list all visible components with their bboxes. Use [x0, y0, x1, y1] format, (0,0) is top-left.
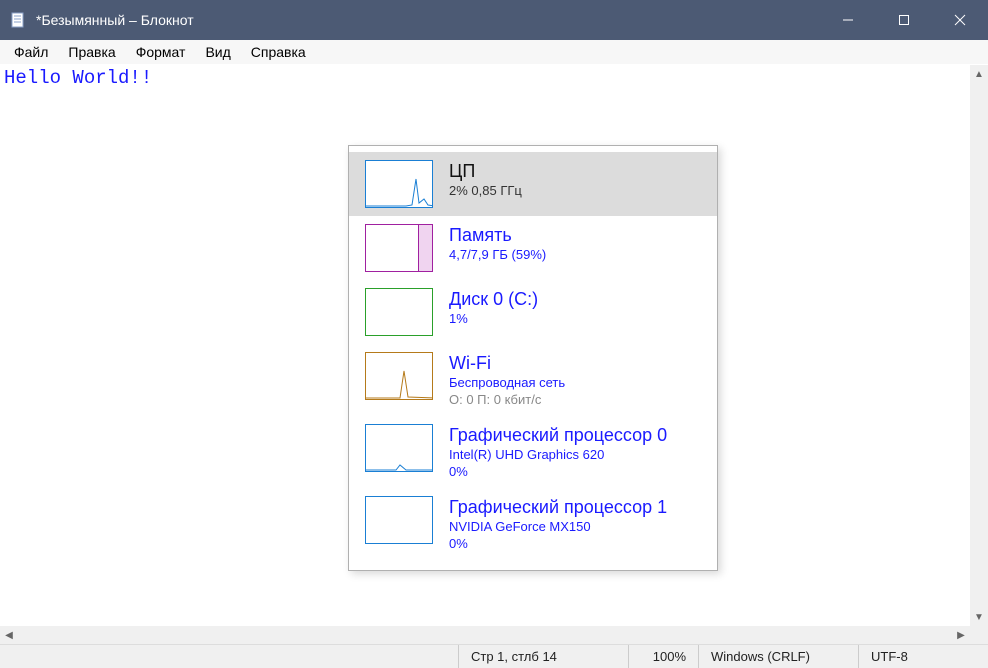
status-line-ending: Windows (CRLF) — [698, 645, 858, 668]
perf-row-wifi[interactable]: Wi-Fi Беспроводная сеть О: 0 П: 0 кбит/с — [349, 344, 717, 416]
scroll-up-icon[interactable]: ▲ — [970, 65, 988, 83]
cpu-title: ЦП — [449, 160, 701, 182]
gpu1-graph-icon — [365, 496, 433, 544]
menubar: Файл Правка Формат Вид Справка — [0, 40, 988, 64]
perf-row-memory[interactable]: Память 4,7/7,9 ГБ (59%) — [349, 216, 717, 280]
scroll-corner — [970, 626, 988, 644]
wifi-sub2: О: 0 П: 0 кбит/с — [449, 391, 701, 408]
disk-title: Диск 0 (C:) — [449, 288, 701, 310]
window-title: *Безымянный – Блокнот — [36, 12, 194, 28]
status-empty — [0, 645, 458, 668]
gpu0-percent: 0% — [449, 463, 701, 480]
wifi-sub: Беспроводная сеть — [449, 374, 701, 391]
perf-row-disk[interactable]: Диск 0 (C:) 1% — [349, 280, 717, 344]
memory-title: Память — [449, 224, 701, 246]
editor-area: Hello World!! ЦП 2% 0,85 ГГц Память 4,7/… — [0, 64, 988, 644]
scroll-left-icon[interactable]: ◀ — [0, 626, 18, 644]
task-manager-sidebar: ЦП 2% 0,85 ГГц Память 4,7/7,9 ГБ (59%) Д… — [348, 145, 718, 571]
notepad-icon — [10, 12, 26, 28]
vscroll-track[interactable] — [970, 83, 988, 608]
memory-sub: 4,7/7,9 ГБ (59%) — [449, 246, 701, 263]
gpu1-percent: 0% — [449, 535, 701, 552]
menu-file[interactable]: Файл — [4, 42, 58, 62]
disk-percent: 1% — [449, 310, 701, 327]
status-position: Стр 1, стлб 14 — [458, 645, 628, 668]
perf-row-gpu0[interactable]: Графический процессор 0 Intel(R) UHD Gra… — [349, 416, 717, 488]
cpu-graph-icon — [365, 160, 433, 208]
menu-help[interactable]: Справка — [241, 42, 316, 62]
disk-graph-icon — [365, 288, 433, 336]
status-encoding: UTF-8 — [858, 645, 988, 668]
scroll-right-icon[interactable]: ▶ — [952, 626, 970, 644]
maximize-button[interactable] — [876, 0, 932, 40]
wifi-title: Wi-Fi — [449, 352, 701, 374]
menu-edit[interactable]: Правка — [58, 42, 125, 62]
statusbar: Стр 1, стлб 14 100% Windows (CRLF) UTF-8 — [0, 644, 988, 668]
perf-row-cpu[interactable]: ЦП 2% 0,85 ГГц — [349, 152, 717, 216]
status-zoom: 100% — [628, 645, 698, 668]
minimize-button[interactable] — [820, 0, 876, 40]
menu-format[interactable]: Формат — [126, 42, 196, 62]
perf-row-gpu1[interactable]: Графический процессор 1 NVIDIA GeForce M… — [349, 488, 717, 560]
wifi-graph-icon — [365, 352, 433, 400]
horizontal-scrollbar[interactable]: ◀ ▶ — [0, 626, 970, 644]
titlebar: *Безымянный – Блокнот — [0, 0, 988, 40]
menu-view[interactable]: Вид — [195, 42, 240, 62]
gpu0-graph-icon — [365, 424, 433, 472]
close-button[interactable] — [932, 0, 988, 40]
cpu-sub: 2% 0,85 ГГц — [449, 182, 701, 199]
vertical-scrollbar[interactable]: ▲ ▼ — [970, 65, 988, 626]
gpu0-sub: Intel(R) UHD Graphics 620 — [449, 446, 701, 463]
gpu1-sub: NVIDIA GeForce MX150 — [449, 518, 701, 535]
gpu0-title: Графический процессор 0 — [449, 424, 701, 446]
gpu1-title: Графический процессор 1 — [449, 496, 701, 518]
hscroll-track[interactable] — [18, 626, 952, 644]
memory-graph-icon — [365, 224, 433, 272]
scroll-down-icon[interactable]: ▼ — [970, 608, 988, 626]
